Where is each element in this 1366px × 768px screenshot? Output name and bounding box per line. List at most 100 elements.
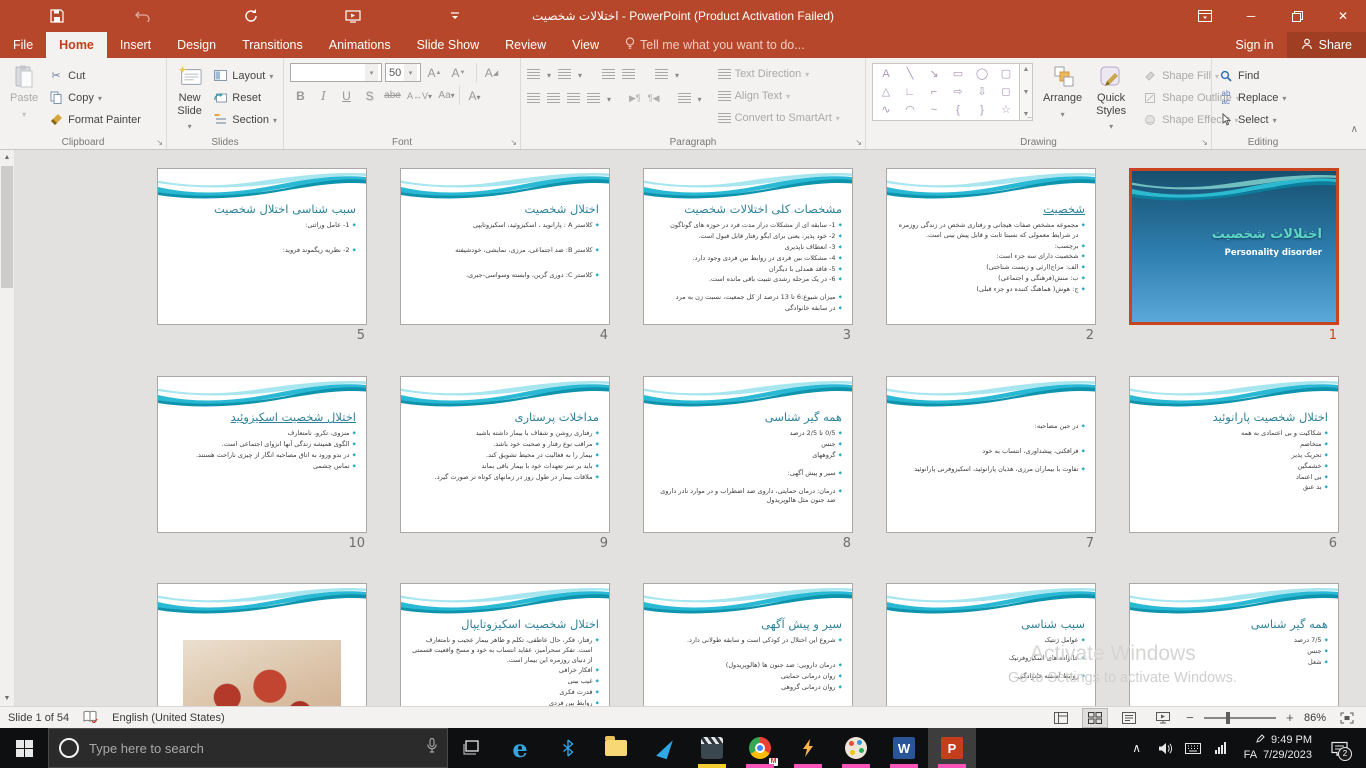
zoom-out-icon[interactable]: −: [1184, 710, 1196, 725]
shape-glyph-icon[interactable]: ☆: [1001, 105, 1011, 116]
scroll-up-icon[interactable]: ▲: [0, 150, 14, 165]
shape-glyph-icon[interactable]: ∟: [905, 87, 916, 98]
zoom-slider[interactable]: [1204, 717, 1276, 719]
tell-me-box[interactable]: Tell me what you want to do...: [612, 32, 818, 58]
sign-in-link[interactable]: Sign in: [1222, 32, 1286, 58]
tab-file[interactable]: File: [0, 32, 46, 58]
fit-to-window-icon[interactable]: [1334, 708, 1360, 728]
arrange-button[interactable]: Arrange: [1039, 63, 1086, 133]
strikethrough-button[interactable]: abe: [382, 86, 403, 105]
font-color-button[interactable]: A: [459, 86, 485, 105]
cut-button[interactable]: ✂ Cut: [48, 65, 141, 86]
word-icon[interactable]: W: [880, 728, 928, 768]
slide-thumbnail[interactable]: اختلال شخصیت اسکیزوتایپال ◆رفتار، فکر، ح…: [400, 583, 610, 706]
input-language[interactable]: FA: [1244, 748, 1257, 763]
italic-button[interactable]: I: [313, 86, 334, 105]
slide-thumbnail[interactable]: سیر و پیش آگهی ◆شروع این اختلال در کودکی…: [643, 583, 853, 706]
shape-glyph-icon[interactable]: ╲: [907, 69, 914, 80]
file-explorer-icon[interactable]: [592, 728, 640, 768]
start-button[interactable]: [0, 728, 48, 768]
shape-glyph-icon[interactable]: ⇩: [977, 87, 986, 98]
language-indicator[interactable]: English (United States): [112, 712, 225, 724]
taskbar-search[interactable]: Type here to search: [48, 728, 448, 768]
slide-thumbnail[interactable]: شخصیت ◆مجموعه مشخص صفات هیجانی و رفتاری …: [886, 168, 1096, 325]
scroll-down-icon[interactable]: ▼: [0, 691, 14, 706]
slide-show-icon[interactable]: [1150, 708, 1176, 728]
gallery-up-icon[interactable]: ▲: [1023, 66, 1030, 73]
slide-thumbnail[interactable]: همه گیر شناسی ◆7/5 درصد◆جنس◆شغل همه گیر …: [1129, 583, 1339, 706]
quill-app-icon[interactable]: [640, 728, 688, 768]
shape-glyph-icon[interactable]: ▢: [1001, 69, 1011, 80]
layout-button[interactable]: Layout: [212, 65, 277, 86]
slide-thumbnail[interactable]: همه گیر شناسی ◆0/5 تا 2/5 درصد◆جنس◆گروهه…: [643, 376, 853, 533]
movie-maker-app-icon[interactable]: [688, 728, 736, 768]
clock-block[interactable]: 9:49 PM FA7/29/2023: [1236, 733, 1320, 763]
touch-keyboard-icon[interactable]: [1180, 728, 1206, 768]
shape-glyph-icon[interactable]: ▭: [953, 69, 963, 80]
reading-view-icon[interactable]: [1116, 708, 1142, 728]
underline-button[interactable]: U: [336, 86, 357, 105]
slide-thumbnail[interactable]: اختلال شخصیت اسکیزوئید ◆منزوی، تکرو، نام…: [157, 376, 367, 533]
slide-thumbnail[interactable]: [157, 583, 367, 706]
gallery-more-icon[interactable]: ▼̲: [1023, 111, 1030, 118]
vertical-scrollbar[interactable]: ▲ ▼: [0, 150, 15, 706]
replace-button[interactable]: abac Replace: [1218, 87, 1286, 108]
shape-glyph-icon[interactable]: ∿: [881, 105, 890, 116]
collapse-ribbon-icon[interactable]: ∧: [1351, 124, 1358, 135]
font-size-combo[interactable]: 50▾: [385, 63, 421, 82]
reset-button[interactable]: Reset: [212, 87, 277, 108]
character-spacing-button[interactable]: A↔V: [405, 86, 434, 105]
tab-home[interactable]: Home: [46, 32, 107, 58]
tab-review[interactable]: Review: [492, 32, 559, 58]
copy-button[interactable]: Copy: [48, 87, 141, 108]
shapes-gallery[interactable]: A╲↘▭◯▢△∟⌐⇨⇩◻∿◠~{}☆: [872, 63, 1020, 121]
font-name-combo[interactable]: ▾: [290, 63, 382, 82]
tab-view[interactable]: View: [559, 32, 612, 58]
ribbon-display-options-icon[interactable]: [1182, 0, 1228, 32]
slide-thumbnail[interactable]: اختلال شخصیت پارانوئید ◆شکاکیت و بی اعتم…: [1129, 376, 1339, 533]
powerpoint-icon[interactable]: P: [928, 728, 976, 768]
action-center-icon[interactable]: 2: [1322, 728, 1356, 768]
slide-thumbnail[interactable]: مشخصات کلی اختلالات شخصیت ◆1- سابقه ای ا…: [643, 168, 853, 325]
zoom-slider-thumb[interactable]: [1226, 712, 1230, 724]
edge-icon[interactable]: e: [496, 728, 544, 768]
zoom-in-icon[interactable]: +: [1284, 710, 1296, 725]
shape-glyph-icon[interactable]: }: [980, 105, 984, 116]
shape-glyph-icon[interactable]: ◠: [905, 105, 915, 116]
slide-indicator[interactable]: Slide 1 of 54: [8, 712, 69, 724]
shape-glyph-icon[interactable]: ⌐: [931, 87, 937, 98]
slide-thumbnail[interactable]: سبب شناسی اختلال شخصیت ◆1- عامل وراثتی:◆…: [157, 168, 367, 325]
text-shadow-button[interactable]: S: [359, 86, 380, 105]
bluetooth-icon[interactable]: [544, 728, 592, 768]
tray-chevron-icon[interactable]: ∧: [1124, 728, 1150, 768]
restore-button[interactable]: [1274, 0, 1320, 32]
find-button[interactable]: Find: [1218, 65, 1286, 86]
slide-thumbnail[interactable]: سبب شناسی ◆عوامل ژنتیک◆خانواده های اسکیز…: [886, 583, 1096, 706]
minimize-button[interactable]: ─: [1228, 0, 1274, 32]
section-button[interactable]: Section: [212, 109, 277, 130]
slide-thumbnail[interactable]: ◆در حین مصاحبه:◆فرافکنی، پیشداوری، انتسا…: [886, 376, 1096, 533]
shape-glyph-icon[interactable]: ◯: [976, 69, 988, 80]
shape-glyph-icon[interactable]: ↘: [929, 69, 938, 80]
share-button[interactable]: Share: [1287, 32, 1366, 58]
shape-glyph-icon[interactable]: A: [882, 69, 889, 80]
decrease-font-size-icon[interactable]: A▼: [448, 63, 469, 82]
close-button[interactable]: ✕: [1320, 0, 1366, 32]
slide-sorter-view-icon[interactable]: [1082, 708, 1108, 728]
increase-font-size-icon[interactable]: A▲: [424, 63, 445, 82]
change-case-button[interactable]: Aa: [436, 86, 457, 105]
format-painter-button[interactable]: Format Painter: [48, 109, 141, 130]
task-view-icon[interactable]: [448, 728, 496, 768]
tab-transitions[interactable]: Transitions: [229, 32, 316, 58]
shape-glyph-icon[interactable]: △: [882, 87, 890, 98]
clear-formatting-icon[interactable]: A◢: [476, 63, 502, 82]
chrome-icon[interactable]: M: [736, 728, 784, 768]
select-button[interactable]: Select: [1218, 109, 1286, 130]
network-icon[interactable]: [1208, 728, 1234, 768]
slide-thumbnail[interactable]: اختلال شخصیت ◆کلاستر A : پارانوید ، اسکی…: [400, 168, 610, 325]
shape-glyph-icon[interactable]: ◻: [1001, 87, 1010, 98]
paint-app-icon[interactable]: [832, 728, 880, 768]
slide-thumbnail[interactable]: مداخلات پرستاری ◆رفتاری روشن و شفاف با ب…: [400, 376, 610, 533]
bold-button[interactable]: B: [290, 86, 311, 105]
tab-design[interactable]: Design: [164, 32, 229, 58]
